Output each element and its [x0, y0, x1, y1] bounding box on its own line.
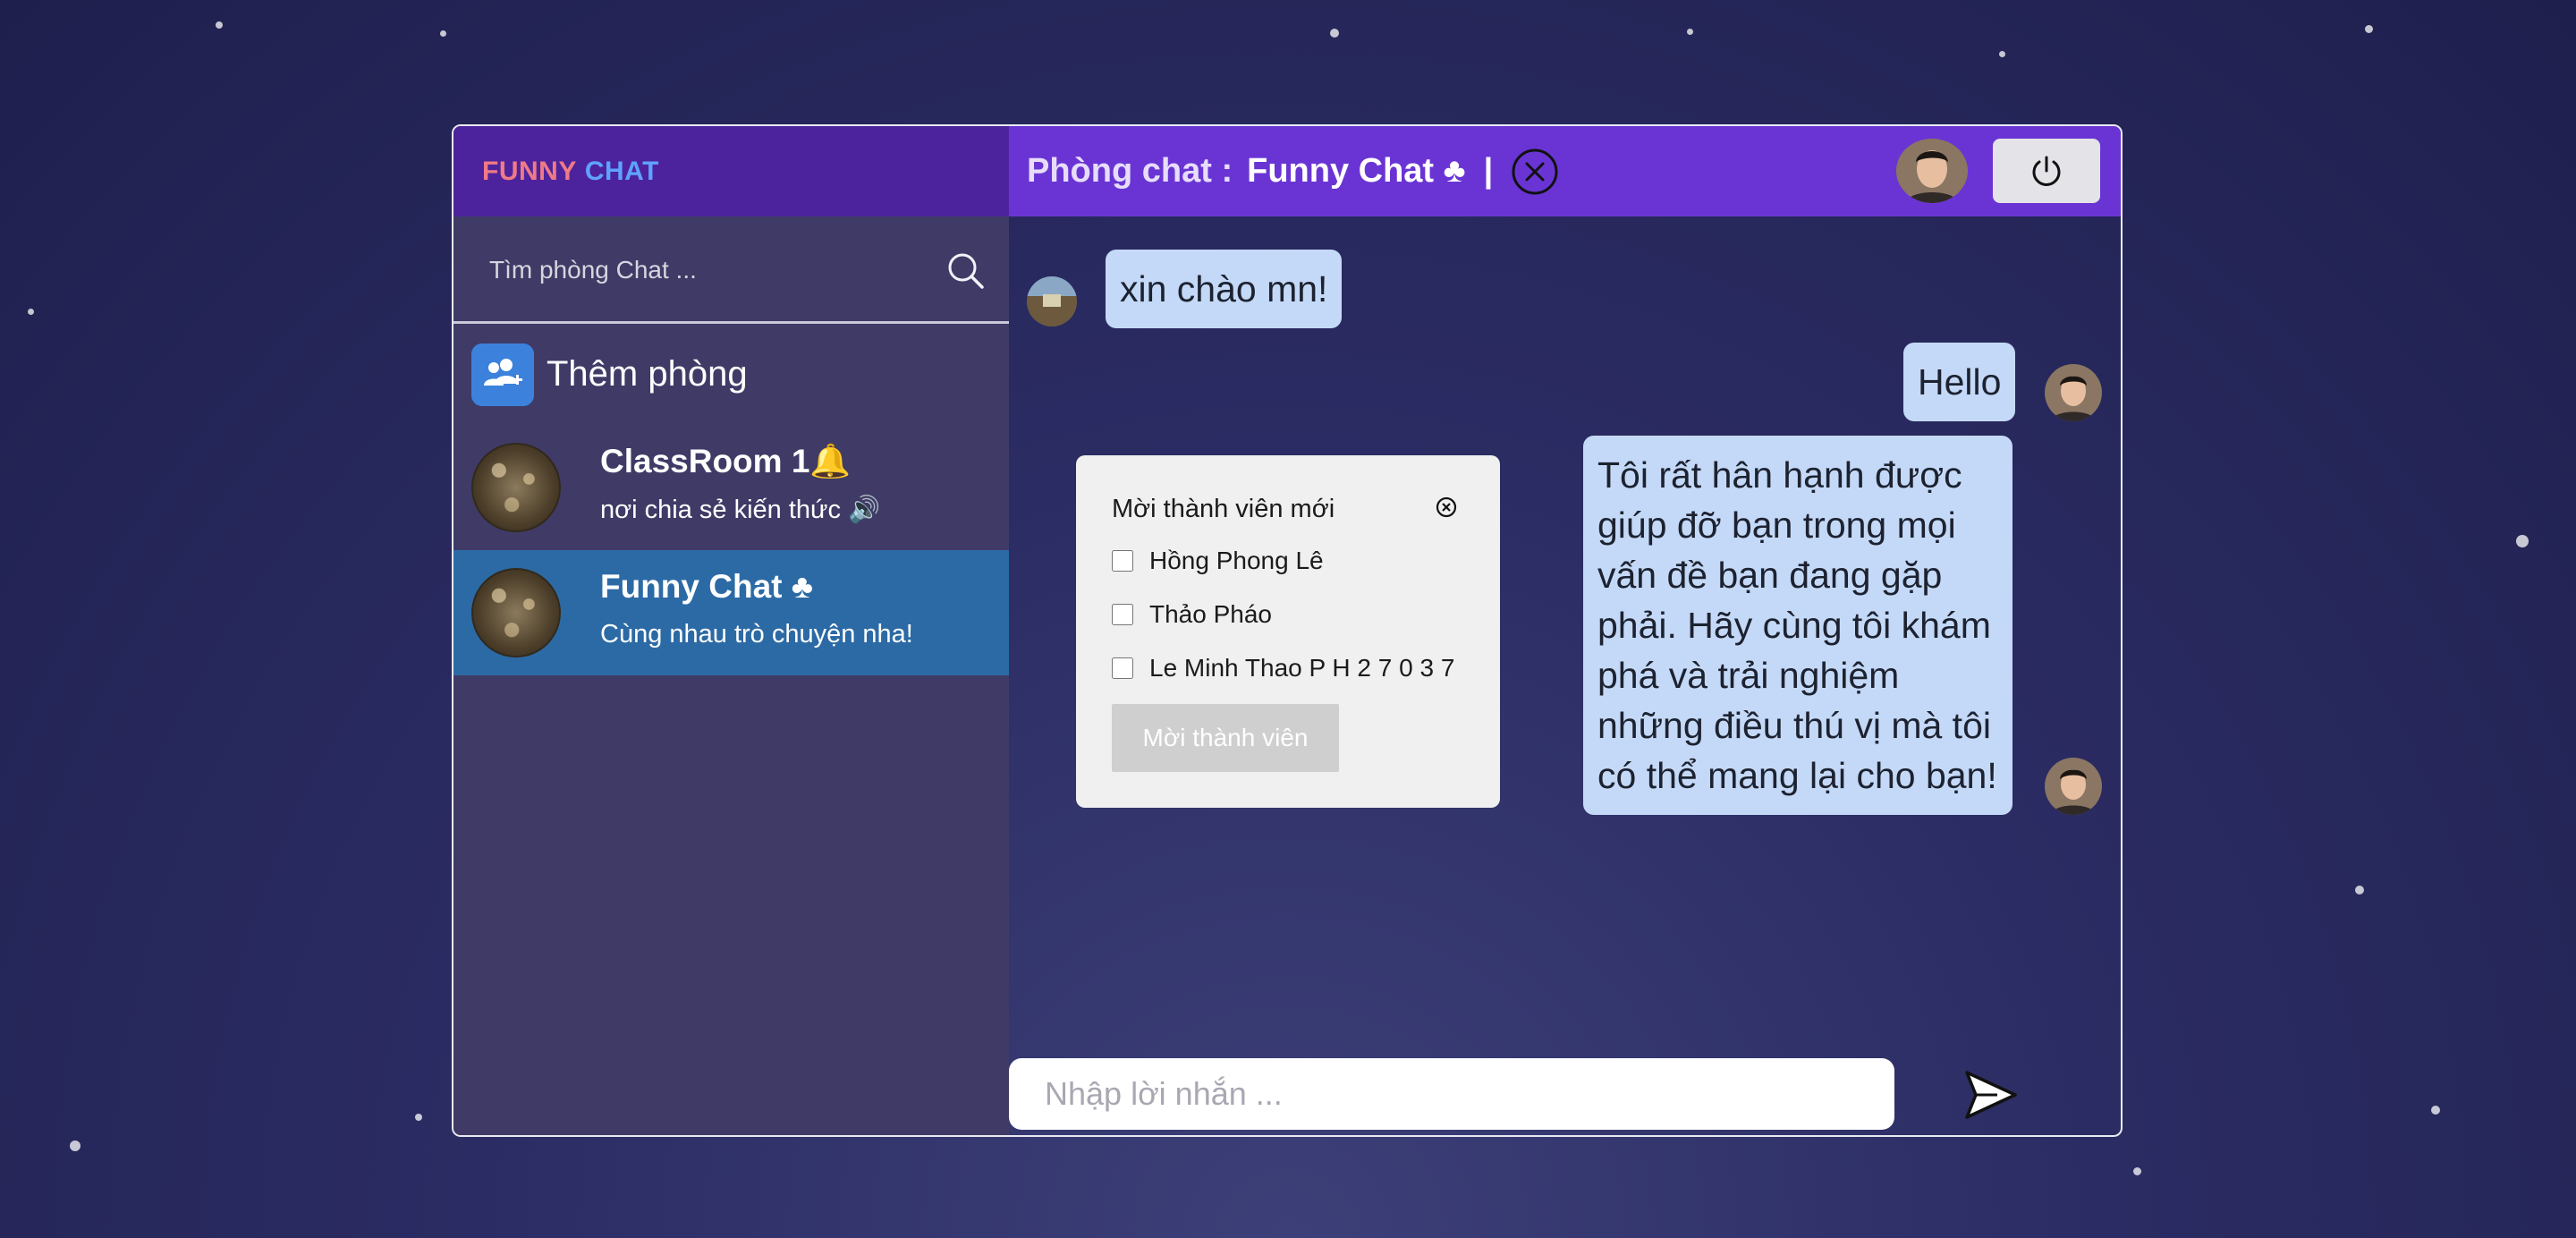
add-room-button[interactable]: Thêm phòng [453, 324, 1009, 425]
background-star [2355, 886, 2364, 895]
add-group-icon [471, 343, 534, 406]
invite-button[interactable]: Mời thành viên [1112, 704, 1339, 772]
room-item-classroom-1[interactable]: ClassRoom 1🔔 nơi chia sẻ kiến thức 🔊 [453, 425, 1009, 550]
background-star [2133, 1167, 2141, 1175]
chat-header: Phòng chat : Funny Chat ♣ | [1009, 126, 2121, 216]
brand-word-funny: FUNNY [482, 156, 577, 186]
background-star [216, 21, 223, 29]
message-bubble: xin chào mn! [1106, 250, 1343, 328]
chat-panel: Phòng chat : Funny Chat ♣ | xin chào mn!… [1009, 126, 2121, 1135]
chat-app-window: FUNNY CHAT Thêm phòng [452, 124, 2123, 1137]
power-icon [2032, 156, 2061, 186]
search-icon[interactable] [946, 251, 986, 291]
member-checkbox[interactable] [1112, 657, 1133, 679]
header-separator: | [1483, 152, 1494, 190]
brand-word-chat: CHAT [584, 156, 659, 186]
background-star [2365, 25, 2373, 33]
background-star [440, 30, 446, 37]
message-bubble: Tôi rất hân hạnh được giúp đỡ bạn trong … [1583, 436, 2012, 815]
sidebar: FUNNY CHAT Thêm phòng [453, 126, 1009, 1135]
close-circle-icon[interactable] [1511, 148, 1559, 196]
message-bubble: Hello [1903, 343, 2016, 421]
background-star [415, 1114, 422, 1121]
send-icon[interactable] [1962, 1065, 2021, 1124]
message-input[interactable] [1009, 1058, 1894, 1130]
room-name: Funny Chat ♣ [600, 568, 814, 605]
sender-avatar [1027, 276, 1077, 326]
my-avatar [2045, 758, 2102, 815]
background-star [2516, 535, 2529, 547]
user-avatar[interactable] [1896, 139, 1968, 203]
close-icon[interactable] [1434, 495, 1459, 520]
room-name: ClassRoom 1🔔 [600, 443, 852, 479]
member-option[interactable]: Thảo Pháo [1112, 600, 1272, 629]
member-name: Thảo Pháo [1149, 600, 1272, 628]
room-description: Cùng nhau trò chuyện nha! [600, 620, 913, 649]
member-checkbox[interactable] [1112, 604, 1133, 625]
logout-button[interactable] [1993, 139, 2100, 203]
member-checkbox[interactable] [1112, 550, 1133, 572]
room-avatar [471, 568, 561, 657]
background-star [1687, 29, 1693, 35]
invite-title: Mời thành viên mới [1112, 495, 1335, 523]
my-avatar [2045, 364, 2102, 421]
chat-header-title: Phòng chat : [1027, 152, 1233, 190]
room-description: nơi chia sẻ kiến thức 🔊 [600, 496, 881, 524]
background-star [70, 1140, 80, 1151]
current-room-name: Funny Chat ♣ [1247, 152, 1466, 190]
brand-logo: FUNNY CHAT [453, 126, 1009, 216]
background-star [1330, 29, 1339, 38]
member-name: Hồng Phong Lê [1149, 547, 1324, 574]
member-option[interactable]: Hồng Phong Lê [1112, 547, 1324, 575]
member-name: Le Minh Thao P H 2 7 0 3 7 [1149, 654, 1455, 682]
background-star [2431, 1106, 2440, 1115]
search-input[interactable] [489, 249, 910, 292]
background-star [1999, 51, 2005, 57]
room-search [453, 216, 1009, 324]
room-avatar [471, 443, 561, 532]
room-item-funny-chat[interactable]: Funny Chat ♣ Cùng nhau trò chuyện nha! [453, 550, 1009, 675]
invite-members-popup: Mời thành viên mới Hồng Phong Lê Thảo Ph… [1076, 455, 1500, 808]
add-room-label: Thêm phòng [547, 354, 748, 394]
member-option[interactable]: Le Minh Thao P H 2 7 0 3 7 [1112, 654, 1454, 683]
background-star [28, 309, 34, 315]
